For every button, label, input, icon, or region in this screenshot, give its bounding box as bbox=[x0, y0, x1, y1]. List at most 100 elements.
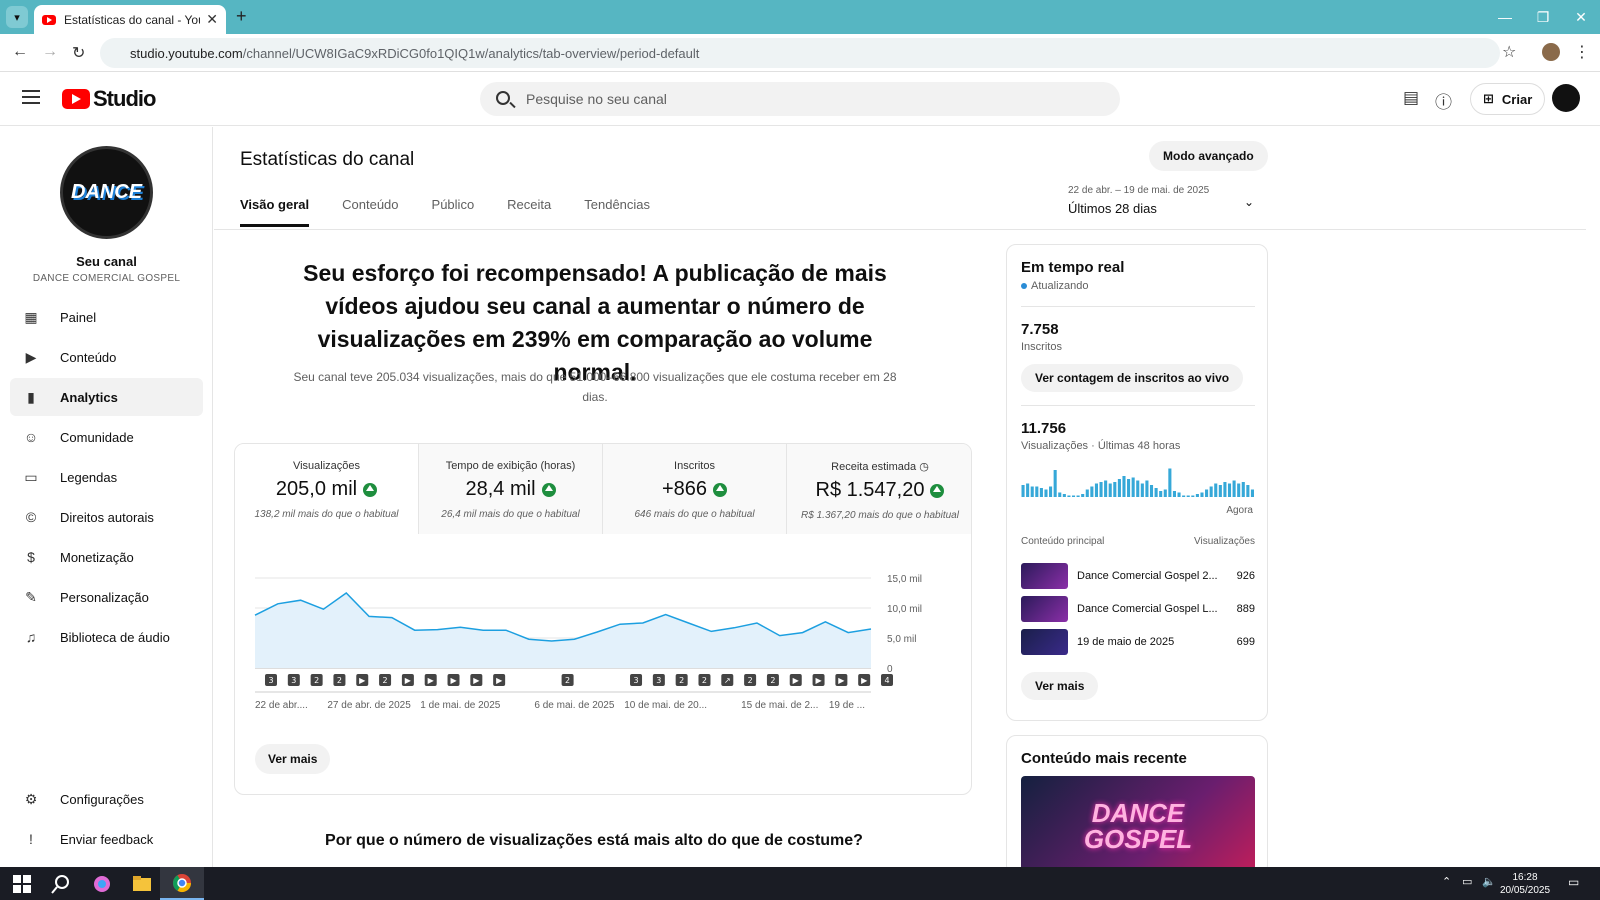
minimize-button[interactable]: — bbox=[1486, 0, 1524, 34]
realtime-bar bbox=[1163, 489, 1167, 497]
chrome-taskbar-item[interactable] bbox=[160, 867, 204, 900]
network-icon[interactable]: ▭ bbox=[1462, 875, 1472, 888]
analytics-icon: ▮ bbox=[27, 388, 35, 405]
realtime-title: Em tempo real bbox=[1021, 259, 1125, 276]
tab-search-button[interactable]: ▾ bbox=[6, 6, 28, 28]
channel-name: DANCE COMERCIAL GOSPEL bbox=[32, 273, 181, 284]
video-views: 926 bbox=[1236, 570, 1255, 582]
tab-publico[interactable]: Público bbox=[432, 197, 475, 227]
date-range-dates: 22 de abr. – 19 de mai. de 2025 bbox=[1068, 185, 1210, 196]
url-bar[interactable]: studio.youtube.com/channel/UCW8IGaC9xRDi… bbox=[100, 38, 1500, 68]
sidebar-item-enviar-feedback[interactable]: ! Enviar feedback bbox=[10, 820, 203, 858]
x-tick-label: 27 de abr. de 2025 bbox=[327, 700, 411, 711]
realtime-bar bbox=[1205, 489, 1209, 497]
metric-watch-time[interactable]: Tempo de exibição (horas) 28,4 mil 26,4 … bbox=[419, 444, 603, 534]
realtime-bar bbox=[1237, 483, 1241, 497]
realtime-bar bbox=[1067, 495, 1071, 497]
advanced-mode-button[interactable]: Modo avançado bbox=[1149, 141, 1268, 171]
browser-profile-avatar[interactable] bbox=[1542, 43, 1560, 61]
realtime-bar-chart[interactable] bbox=[1021, 467, 1255, 497]
upload-marker-label: 3 bbox=[268, 676, 273, 685]
sidebar-item-personalizacao[interactable]: ✎ Personalização bbox=[10, 578, 203, 616]
metric-note: 138,2 mil mais do que o habitual bbox=[254, 509, 399, 520]
sidebar-item-label: Personalização bbox=[60, 589, 149, 605]
live-subscriber-count-button[interactable]: Ver contagem de inscritos ao vivo bbox=[1021, 364, 1244, 392]
sidebar-item-configuracoes[interactable]: ⚙ Configurações bbox=[10, 780, 203, 818]
notifications-icon[interactable]: ▭ bbox=[1568, 875, 1579, 889]
channel-logo-text: DANCE bbox=[70, 181, 143, 203]
sidebar-item-analytics[interactable]: ▮ Analytics bbox=[10, 378, 203, 416]
realtime-bar bbox=[1149, 485, 1154, 497]
menu-hamburger-icon[interactable] bbox=[22, 90, 40, 104]
sidebar-item-legendas[interactable]: ▭ Legendas bbox=[10, 458, 203, 496]
sidebar-item-direitos-autorais[interactable]: © Direitos autorais bbox=[10, 498, 203, 536]
sidebar-item-conteudo[interactable]: ▶ Conteúdo bbox=[10, 338, 203, 376]
sidebar-item-monetizacao[interactable]: $ Monetização bbox=[10, 538, 203, 576]
volume-icon[interactable]: 🔈 bbox=[1482, 875, 1496, 888]
back-arrow-icon[interactable]: ← bbox=[12, 43, 28, 61]
realtime-bar bbox=[1241, 482, 1245, 497]
bookmark-star-icon[interactable]: ☆ bbox=[1502, 42, 1516, 62]
views-chart[interactable]: 15,0 mil10,0 mil5,0 mil03 3 2 2 ▶ 2 ▶ ▶ ▶ ▶ ▶ 2 3 3 2 2… bbox=[235, 534, 972, 734]
upload-marker-label: ↗ bbox=[724, 676, 731, 685]
upload-marker-label: ▶ bbox=[450, 676, 457, 685]
realtime-bar bbox=[1145, 480, 1149, 497]
realtime-bar bbox=[1186, 495, 1190, 497]
reload-icon[interactable]: ↻ bbox=[72, 43, 85, 63]
browser-menu-icon[interactable]: ⋮ bbox=[1574, 42, 1590, 62]
community-icon: ☺ bbox=[23, 429, 39, 445]
realtime-see-more-button[interactable]: Ver mais bbox=[1021, 672, 1099, 700]
tab-conteudo[interactable]: Conteúdo bbox=[342, 197, 398, 227]
list-item[interactable]: Dance Comercial Gospel L... 889 bbox=[1021, 596, 1255, 622]
address-bar-row: ← → ↻ studio.youtube.com/channel/UCW8IGa… bbox=[0, 34, 1600, 72]
channel-avatar[interactable]: DANCE bbox=[60, 146, 153, 239]
create-button[interactable]: ⊞ Criar bbox=[1470, 83, 1546, 115]
file-explorer-icon[interactable] bbox=[132, 874, 152, 894]
see-more-button[interactable]: Ver mais bbox=[255, 744, 331, 774]
realtime-bar bbox=[1140, 483, 1144, 497]
tab-receita[interactable]: Receita bbox=[507, 197, 551, 227]
tab-visao-geral[interactable]: Visão geral bbox=[240, 197, 310, 227]
copilot-icon[interactable] bbox=[92, 874, 112, 894]
realtime-bar bbox=[1200, 492, 1204, 497]
realtime-bar bbox=[1071, 495, 1076, 497]
wand-icon: ✎ bbox=[25, 588, 37, 605]
browser-tab[interactable]: Estatísticas do canal - YouTube ✕ bbox=[34, 5, 226, 34]
x-tick-label: 22 de abr.... bbox=[255, 700, 308, 711]
close-window-button[interactable]: ✕ bbox=[1562, 0, 1600, 34]
upload-marker-label: 2 bbox=[679, 676, 684, 685]
metric-revenue[interactable]: Receita estimada ◷ R$ 1.547,20 R$ 1.367,… bbox=[787, 444, 971, 534]
clock[interactable]: 16:28 20/05/2025 bbox=[1495, 871, 1555, 897]
create-label: Criar bbox=[1501, 91, 1533, 107]
forward-arrow-icon[interactable]: → bbox=[42, 43, 58, 61]
list-item[interactable]: Dance Comercial Gospel 2... 926 bbox=[1021, 563, 1255, 589]
studio-logo[interactable]: Studio bbox=[62, 86, 156, 112]
upload-marker-label: ▶ bbox=[861, 676, 868, 685]
tab-tendencias[interactable]: Tendências bbox=[584, 197, 650, 227]
sidebar-item-comunidade[interactable]: ☺ Comunidade bbox=[10, 418, 203, 456]
metric-label: Inscritos bbox=[674, 460, 715, 472]
realtime-bar bbox=[1053, 470, 1057, 497]
date-range-picker[interactable]: 22 de abr. – 19 de mai. de 2025 Últimos … bbox=[1068, 185, 1254, 216]
close-tab-icon[interactable]: ✕ bbox=[206, 11, 218, 28]
windows-start-icon[interactable] bbox=[12, 874, 32, 894]
metric-subscribers[interactable]: Inscritos +866 646 mais do que o habitua… bbox=[603, 444, 787, 534]
account-avatar[interactable] bbox=[1552, 84, 1580, 112]
sidebar-item-biblioteca-de-audio[interactable]: ♫ Biblioteca de áudio bbox=[10, 618, 203, 656]
realtime-bar bbox=[1026, 483, 1030, 497]
top-content-views-label: Visualizações bbox=[1194, 536, 1255, 547]
x-tick-label: 1 de mai. de 2025 bbox=[420, 700, 500, 711]
chevron-up-icon[interactable]: ⌃ bbox=[1442, 875, 1451, 888]
realtime-bar bbox=[1191, 495, 1195, 497]
metric-views[interactable]: Visualizações 205,0 mil 138,2 mil mais d… bbox=[235, 444, 419, 534]
search-input[interactable]: Pesquise no seu canal bbox=[480, 82, 1120, 116]
dashboard-icon: ▦ bbox=[24, 308, 38, 325]
list-item[interactable]: 19 de maio de 2025 699 bbox=[1021, 629, 1255, 655]
latest-video-thumbnail[interactable]: DANCE GOSPEL bbox=[1021, 776, 1255, 867]
new-tab-button[interactable]: + bbox=[236, 6, 247, 27]
sidebar-item-painel[interactable]: ▦ Painel bbox=[10, 298, 203, 336]
restore-button[interactable]: ❐ bbox=[1524, 0, 1562, 34]
help-icon[interactable]: ⓘ bbox=[1435, 88, 1452, 113]
search-icon[interactable] bbox=[51, 874, 71, 894]
messages-icon[interactable]: ▤ bbox=[1403, 88, 1419, 108]
